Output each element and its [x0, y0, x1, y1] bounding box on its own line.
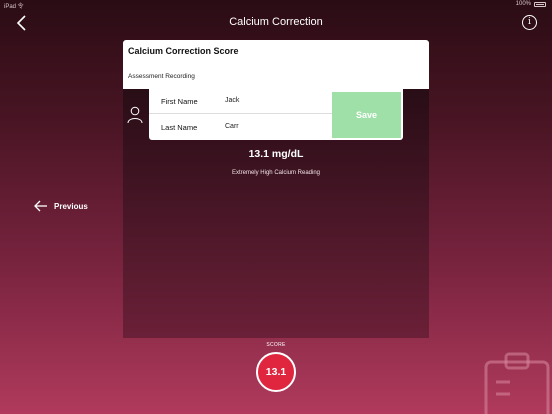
- score-card-title: Calcium Correction Score: [128, 46, 239, 56]
- score-label: SCORE: [266, 342, 286, 348]
- arrow-left-icon: [34, 200, 47, 212]
- first-name-row: First Name Jack: [149, 89, 332, 114]
- score-card-subtitle: Assessment Recording: [128, 73, 195, 80]
- score-card: Calcium Correction Score Assessment Reco…: [123, 40, 429, 89]
- first-name-field[interactable]: Jack: [225, 97, 239, 104]
- result-value: 13.1 mg/dL: [248, 148, 304, 160]
- status-bar: iPad 令 100%: [0, 0, 552, 10]
- page-title: Calcium Correction: [229, 16, 323, 28]
- save-button[interactable]: Save: [332, 92, 401, 138]
- name-form: First Name Jack Last Name Carr Save: [149, 89, 403, 140]
- first-name-label: First Name: [161, 97, 198, 106]
- battery-icon: [534, 1, 546, 7]
- person-icon: [127, 106, 143, 124]
- info-icon[interactable]: i: [522, 15, 537, 30]
- result-description: Extremely High Calcium Reading: [231, 170, 321, 176]
- status-right: 100%: [516, 1, 546, 7]
- clipboard-icon[interactable]: [480, 352, 552, 414]
- previous-button[interactable]: Previous: [34, 200, 88, 212]
- score-badge: 13.1: [256, 352, 296, 392]
- last-name-row: Last Name Carr: [149, 115, 332, 140]
- carrier-label: iPad 令: [4, 4, 24, 10]
- previous-label: Previous: [54, 201, 88, 211]
- battery-percent: 100%: [515, 1, 531, 7]
- last-name-field[interactable]: Carr: [225, 123, 239, 130]
- last-name-label: Last Name: [161, 123, 198, 132]
